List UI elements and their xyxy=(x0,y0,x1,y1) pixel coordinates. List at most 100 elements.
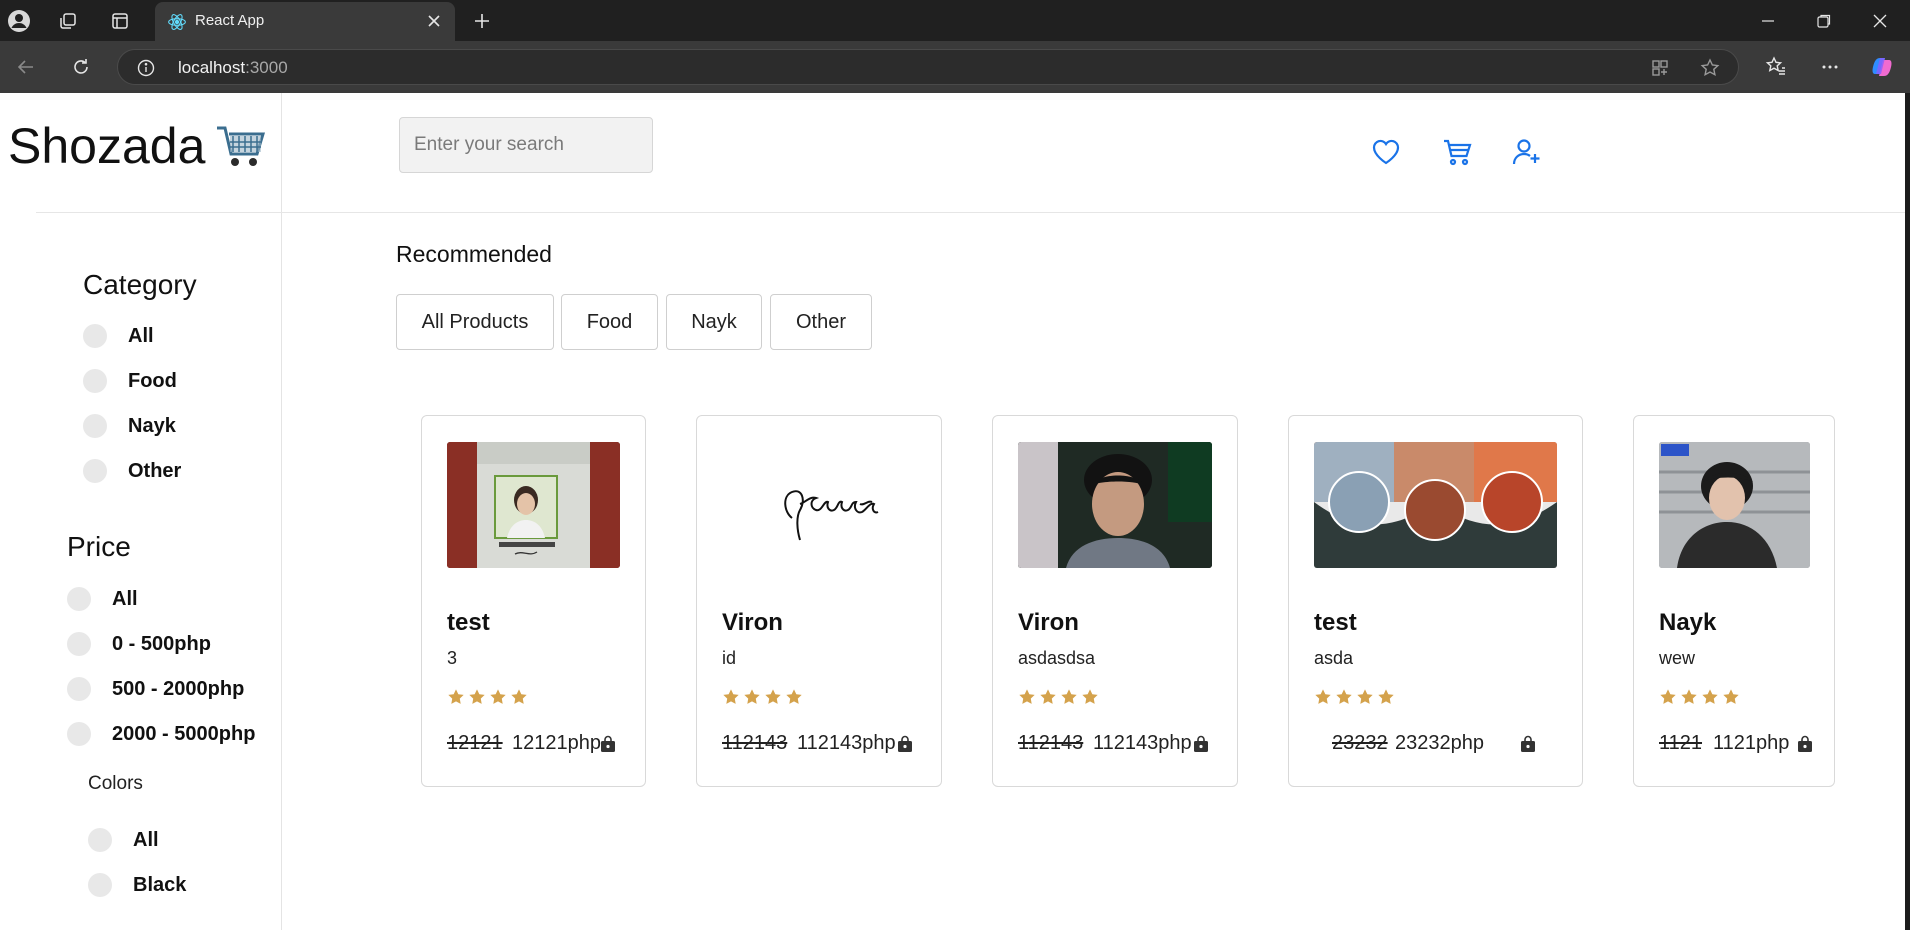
color-option-black[interactable]: Black xyxy=(88,873,186,897)
brand-logo[interactable]: Shozada xyxy=(8,117,267,175)
price-radio[interactable] xyxy=(67,722,91,746)
star-icon xyxy=(1378,689,1394,704)
shopping-bag-icon[interactable] xyxy=(1191,734,1211,754)
product-price: 112143php xyxy=(1093,732,1192,754)
product-card[interactable]: Viron asdasdsa 112143 112143php xyxy=(992,415,1238,787)
star-icon xyxy=(1061,689,1077,704)
filter-nayk-button[interactable]: Nayk xyxy=(666,294,762,350)
tab-actions-icon[interactable] xyxy=(107,8,133,34)
shopping-bag-icon[interactable] xyxy=(598,734,618,754)
active-tab[interactable]: React App xyxy=(155,2,455,41)
sidebar: Shozada Category All Food Nayk Other Pri… xyxy=(0,93,282,930)
filter-food-button[interactable]: Food xyxy=(561,294,658,350)
rating-stars xyxy=(1659,688,1740,706)
more-options-icon[interactable] xyxy=(1816,53,1844,81)
shopping-bag-icon[interactable] xyxy=(1518,734,1538,754)
product-title: test xyxy=(447,609,490,636)
product-description: id xyxy=(722,648,737,668)
shopping-bag-icon[interactable] xyxy=(895,734,915,754)
star-icon xyxy=(1336,689,1352,704)
star-icon xyxy=(490,689,506,704)
price-option-0-500[interactable]: 0 - 500php xyxy=(67,632,211,656)
recommended-title: Recommended xyxy=(396,241,552,267)
profile-icon[interactable] xyxy=(6,8,32,34)
address-bar[interactable]: localhost:3000 xyxy=(117,49,1739,85)
new-tab-icon[interactable] xyxy=(468,8,496,34)
product-old-price: 112143 xyxy=(722,732,788,754)
product-description: wew xyxy=(1659,648,1696,668)
refresh-icon[interactable] xyxy=(67,53,95,81)
product-old-price: 23232 xyxy=(1332,732,1388,754)
color-radio[interactable] xyxy=(88,828,112,852)
sidebar-divider xyxy=(36,212,282,213)
star-icon xyxy=(1040,689,1056,704)
star-icon xyxy=(723,689,739,704)
category-option-nayk[interactable]: Nayk xyxy=(83,414,176,438)
category-option-food[interactable]: Food xyxy=(83,369,177,393)
rating-stars xyxy=(1018,688,1099,706)
product-old-price: 12121 xyxy=(447,732,503,754)
price-option-2000-5000[interactable]: 2000 - 5000php xyxy=(67,722,255,746)
browser-tab-bar: React App xyxy=(0,0,1910,41)
add-user-icon[interactable] xyxy=(1510,135,1544,169)
price-option-500-2000[interactable]: 500 - 2000php xyxy=(67,677,244,701)
shopping-bag-icon[interactable] xyxy=(1795,734,1815,754)
product-image xyxy=(1018,442,1212,568)
wishlist-heart-icon[interactable] xyxy=(1369,135,1403,169)
price-option-all[interactable]: All xyxy=(67,587,138,611)
product-old-price: 1121 xyxy=(1659,732,1703,754)
workspaces-icon[interactable] xyxy=(55,8,81,34)
site-info-icon[interactable] xyxy=(136,58,156,78)
favorites-icon[interactable] xyxy=(1762,53,1790,81)
category-radio[interactable] xyxy=(83,369,107,393)
product-card[interactable]: test 3 12121 12121php xyxy=(421,415,646,787)
star-icon xyxy=(1681,689,1697,704)
price-radio[interactable] xyxy=(67,677,91,701)
shopping-cart-logo-icon xyxy=(217,126,266,166)
color-radio[interactable] xyxy=(88,873,112,897)
product-title: Viron xyxy=(722,609,783,636)
product-price: 1121php xyxy=(1713,732,1790,754)
star-icon xyxy=(448,689,464,704)
star-icon xyxy=(1019,689,1035,704)
product-card[interactable]: test asda 23232 23232php xyxy=(1288,415,1583,787)
copilot-icon[interactable] xyxy=(1868,53,1896,81)
price-radio[interactable] xyxy=(67,632,91,656)
product-old-price: 112143 xyxy=(1018,732,1084,754)
app-available-icon[interactable] xyxy=(1648,56,1672,80)
filter-other-button[interactable]: Other xyxy=(770,294,872,350)
product-description: asdasdsa xyxy=(1018,648,1096,668)
favorite-star-icon[interactable] xyxy=(1698,56,1722,80)
cart-icon[interactable] xyxy=(1440,135,1474,169)
category-radio[interactable] xyxy=(83,324,107,348)
color-option-all[interactable]: All xyxy=(88,828,159,852)
brand-name: Shozada xyxy=(8,118,206,174)
back-arrow-icon[interactable] xyxy=(12,53,40,81)
star-icon xyxy=(1357,689,1373,704)
minimize-icon[interactable] xyxy=(1740,0,1796,41)
category-radio[interactable] xyxy=(83,459,107,483)
close-window-icon[interactable] xyxy=(1852,0,1908,41)
star-icon xyxy=(765,689,781,704)
product-title: Nayk xyxy=(1659,609,1717,636)
price-radio[interactable] xyxy=(67,587,91,611)
product-price: 23232php xyxy=(1395,732,1484,754)
category-radio[interactable] xyxy=(83,414,107,438)
product-card[interactable]: Viron id 112143 112143php xyxy=(696,415,942,787)
window-edge xyxy=(1905,93,1910,930)
search-input[interactable] xyxy=(399,117,653,173)
tab-title: React App xyxy=(195,12,265,29)
star-icon xyxy=(469,689,485,704)
category-option-other[interactable]: Other xyxy=(83,459,181,483)
star-icon xyxy=(744,689,760,704)
close-tab-icon[interactable] xyxy=(421,8,447,34)
product-card[interactable]: Nayk wew 1121 1121php xyxy=(1633,415,1835,787)
product-image xyxy=(1659,442,1810,568)
star-icon xyxy=(1660,689,1676,704)
product-image xyxy=(1314,442,1557,568)
restore-icon[interactable] xyxy=(1796,0,1852,41)
category-option-all[interactable]: All xyxy=(83,324,154,348)
filter-all-products-button[interactable]: All Products xyxy=(396,294,554,350)
category-heading: Category xyxy=(83,269,197,300)
page-content: Shozada Category All Food Nayk Other Pri… xyxy=(0,93,1905,930)
